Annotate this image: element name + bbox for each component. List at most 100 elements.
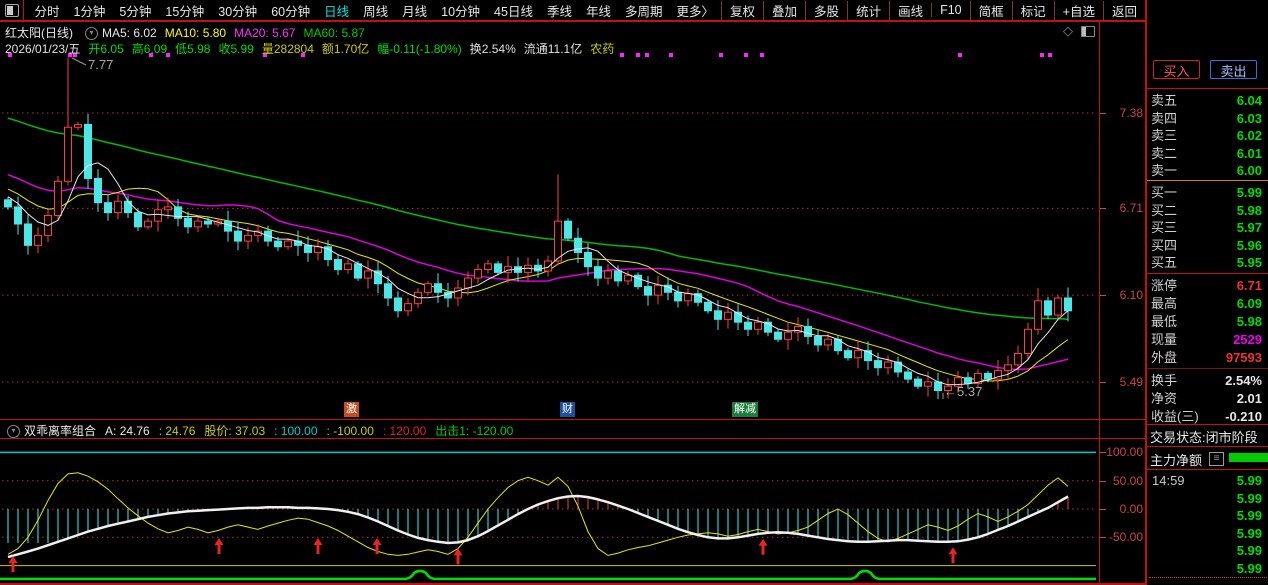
tool-button-7[interactable]: 标记 xyxy=(1012,1,1054,20)
layout-toggle-icon[interactable] xyxy=(5,4,19,17)
candle-body xyxy=(785,332,792,339)
main-chart-svg[interactable] xyxy=(0,22,1100,420)
period-tab-12[interactable]: 年线 xyxy=(579,1,618,20)
stat-row-label: 外盘 xyxy=(1151,349,1177,366)
candle-body xyxy=(825,339,832,345)
indicator-axis-label: 50.00 xyxy=(1101,474,1143,488)
tool-button-6[interactable]: 简框 xyxy=(970,1,1012,20)
sell-button[interactable]: 卖出 xyxy=(1210,60,1257,79)
period-tab-4[interactable]: 30分钟 xyxy=(211,1,264,20)
period-tab-10[interactable]: 45日线 xyxy=(487,1,540,20)
axis-tick xyxy=(1099,113,1106,114)
buy-level-row: 买四5.96 xyxy=(1147,237,1268,254)
candle-body xyxy=(745,322,752,329)
period-tab-3[interactable]: 15分钟 xyxy=(158,1,211,20)
slow-line xyxy=(8,496,1068,557)
info-segment: 量282804 xyxy=(262,42,314,56)
stat-row-label: 收益(三) xyxy=(1151,408,1199,425)
price-axis-label: 6.10 xyxy=(1101,288,1143,302)
stat-row-value: 6.71 xyxy=(1237,277,1262,294)
indicator-info-segment: 双乖离率组合 xyxy=(24,424,96,438)
tool-button-1[interactable]: 叠加 xyxy=(763,1,805,20)
indicator-info-segment: : 100.00 xyxy=(274,424,317,438)
toolbar-menu: 复权叠加多股统计画线F10简框标记+自选返回 xyxy=(721,0,1145,20)
signal-dot xyxy=(958,53,962,57)
candle-body xyxy=(395,298,402,311)
stat-row: 现量2529 xyxy=(1147,331,1268,348)
collapse-main-icon[interactable]: ▾ xyxy=(85,27,98,40)
period-tab-14[interactable]: 更多〉 xyxy=(670,1,722,20)
tool-button-2[interactable]: 多股 xyxy=(805,1,847,20)
indicator-axis-label: 100.00 xyxy=(1101,445,1143,459)
collapse-indicator-icon[interactable]: ▾ xyxy=(7,425,20,438)
tick-price: 5.99 xyxy=(1237,507,1262,524)
period-tab-13[interactable]: 多周期 xyxy=(618,1,670,20)
period-tab-0[interactable]: 分时 xyxy=(27,1,66,20)
tick-row: 5.99 xyxy=(1147,560,1268,577)
candle-body xyxy=(405,304,412,311)
stat-row-label: 换手 xyxy=(1151,372,1177,389)
candle-body xyxy=(905,372,912,379)
tool-button-9[interactable]: 返回 xyxy=(1103,1,1145,20)
info-segment: 换2.54% xyxy=(470,42,516,56)
stat-row-label: 最高 xyxy=(1151,295,1177,312)
period-tab-9[interactable]: 10分钟 xyxy=(434,1,487,20)
sell-level-row: 卖五6.04 xyxy=(1147,92,1268,109)
tool-button-4[interactable]: 画线 xyxy=(889,1,931,20)
day-info-line: 2026/01/23/五开6.05高6.09低5.98收5.99量282804额… xyxy=(5,40,622,57)
candle-body xyxy=(425,284,432,293)
period-tab-8[interactable]: 月线 xyxy=(395,1,434,20)
candle-body xyxy=(235,231,242,241)
candle-body xyxy=(125,201,132,212)
candle-body xyxy=(75,124,82,127)
candle-body xyxy=(335,260,342,270)
tool-button-3[interactable]: 统计 xyxy=(847,1,889,20)
period-tab-5[interactable]: 60分钟 xyxy=(264,1,317,20)
buy-level-row-value: 5.95 xyxy=(1237,254,1262,271)
panel-separator xyxy=(1147,469,1268,470)
event-marker[interactable]: 财 xyxy=(560,402,575,417)
buy-level-row: 买一5.99 xyxy=(1147,184,1268,201)
stat-row-label: 现量 xyxy=(1151,331,1177,348)
indicator-info-segment: : -100.00 xyxy=(327,424,374,438)
stat-row: 涨停6.71 xyxy=(1147,277,1268,294)
candle-body xyxy=(285,241,292,247)
list-icon[interactable]: ≡ xyxy=(1209,452,1224,466)
tool-button-8[interactable]: +自选 xyxy=(1054,1,1103,20)
trade-status: 交易状态:闭市阶段 xyxy=(1150,427,1268,446)
axis-tick xyxy=(1099,537,1106,538)
tool-button-0[interactable]: 复权 xyxy=(721,1,763,20)
window-icon[interactable] xyxy=(1081,26,1095,37)
info-segment: 收5.99 xyxy=(218,42,253,56)
indicator-info-segment: 股价: 37.03 xyxy=(204,424,265,438)
tick-row: 5.99 xyxy=(1147,507,1268,524)
info-segment: 2026/01/23/五 xyxy=(5,42,80,56)
ma-line xyxy=(8,188,1068,381)
signal-dot xyxy=(1040,53,1044,57)
panel-separator xyxy=(1147,88,1268,89)
period-tab-2[interactable]: 5分钟 xyxy=(112,1,158,20)
panel-separator xyxy=(1147,180,1268,181)
panel-separator xyxy=(1147,424,1268,425)
period-tab-6[interactable]: 日线 xyxy=(317,1,356,20)
candle-body xyxy=(555,221,562,261)
tick-time: 14:59 xyxy=(1152,472,1185,489)
indicator-header: ▾双乖离率组合A: 24.76: 24.76股价: 37.03: 100.00:… xyxy=(3,422,522,439)
sell-level-row: 卖四6.03 xyxy=(1147,110,1268,127)
period-tab-11[interactable]: 季线 xyxy=(540,1,579,20)
tool-button-5[interactable]: F10 xyxy=(931,3,970,17)
event-marker[interactable]: 激 xyxy=(344,402,359,417)
diamond-icon[interactable]: ◇ xyxy=(1063,23,1073,39)
indicator-axis-label: 0.00 xyxy=(1101,502,1143,516)
high-annotation: 7.77 xyxy=(88,57,113,72)
buy-button[interactable]: 买入 xyxy=(1153,60,1200,79)
candle-body xyxy=(1055,298,1062,315)
event-marker[interactable]: 解减 xyxy=(732,402,758,417)
period-tab-7[interactable]: 周线 xyxy=(356,1,395,20)
axis-tick xyxy=(1099,208,1106,209)
candle-body xyxy=(845,351,852,358)
candle-body xyxy=(675,292,682,301)
period-tab-1[interactable]: 1分钟 xyxy=(66,1,112,20)
indicator-chart-svg[interactable] xyxy=(0,439,1100,584)
candle-body xyxy=(705,302,712,311)
